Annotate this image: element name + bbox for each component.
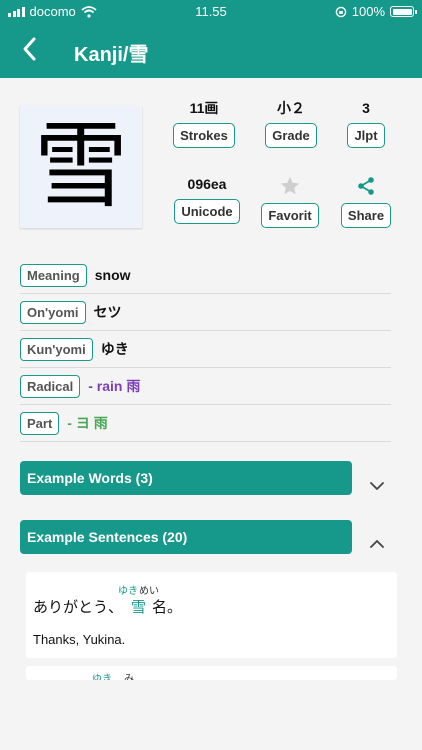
status-bar: docomo 11.55 100% bbox=[0, 0, 422, 22]
share-button[interactable]: Share bbox=[340, 203, 392, 228]
status-right: 100% bbox=[335, 4, 417, 19]
chevron-up-icon[interactable] bbox=[369, 536, 385, 552]
back-button[interactable] bbox=[18, 36, 42, 62]
kanji-display: 雪 bbox=[20, 106, 142, 228]
chevron-down-icon[interactable] bbox=[369, 478, 385, 494]
sentence-pre: ありがとう、 bbox=[33, 599, 124, 616]
page-title: Kanji/雪 bbox=[74, 44, 149, 66]
app-bar: docomo 11.55 100% Kanji/雪 bbox=[0, 0, 422, 78]
example-sentences-header[interactable]: Example Sentences (20) bbox=[20, 520, 352, 554]
sentence-card[interactable]: ゆき み bbox=[26, 666, 397, 680]
strokes-value: 11画 bbox=[189, 100, 219, 116]
share-icon[interactable] bbox=[324, 175, 408, 197]
orientation-lock-icon bbox=[335, 6, 347, 17]
meaning-label: Meaning bbox=[20, 263, 87, 287]
star-icon[interactable] bbox=[248, 175, 332, 197]
unicode-value: 096ea bbox=[187, 176, 227, 192]
part-value[interactable]: - ヨ 雨 bbox=[67, 413, 107, 433]
kunyomi-label: Kun'yomi bbox=[20, 337, 93, 361]
unicode-button[interactable]: Unicode bbox=[174, 199, 240, 224]
meaning-row: Meaning snow bbox=[20, 257, 391, 294]
grade-stat: 小２ Grade bbox=[249, 99, 333, 148]
jlpt-value: 3 bbox=[362, 100, 370, 116]
part-row[interactable]: Part - ヨ 雨 bbox=[20, 405, 391, 442]
radical-row[interactable]: Radical - rain 雨 bbox=[20, 368, 391, 405]
kanji-reading-post: み bbox=[124, 674, 134, 680]
unicode-stat: 096ea Unicode bbox=[165, 175, 249, 224]
radical-value[interactable]: - rain 雨 bbox=[88, 376, 140, 396]
onyomi-label: On'yomi bbox=[20, 300, 86, 324]
sentence-post: 名。 bbox=[152, 599, 183, 616]
example-words-header[interactable]: Example Words (3) bbox=[20, 461, 352, 495]
strokes-stat: 11画 Strokes bbox=[162, 99, 246, 148]
sentence-text: ありがとう、雪名。 bbox=[33, 596, 182, 617]
share-stat: Share bbox=[324, 175, 408, 228]
radical-label: Radical bbox=[20, 374, 81, 398]
favorite-button[interactable]: Favorit bbox=[261, 203, 319, 228]
onyomi-value: セツ bbox=[93, 304, 122, 320]
battery-percent: 100% bbox=[351, 4, 385, 19]
sentence-card[interactable]: ゆき めい ありがとう、雪名。 Thanks, Yukina. bbox=[26, 572, 397, 658]
sentence-kanji[interactable]: 雪 bbox=[131, 599, 146, 616]
kanji-reading: ゆき bbox=[92, 674, 112, 680]
kanji-info-list: Meaning snow On'yomi セツ Kun'yomi ゆき Radi… bbox=[20, 257, 391, 442]
jlpt-button[interactable]: Jlpt bbox=[347, 123, 385, 148]
kunyomi-row: Kun'yomi ゆき bbox=[20, 331, 391, 368]
part-label: Part bbox=[20, 411, 60, 435]
favorite-stat: Favorit bbox=[248, 175, 332, 228]
onyomi-row: On'yomi セツ bbox=[20, 294, 391, 331]
kanji-reading: ゆき bbox=[118, 586, 138, 597]
meaning-value: snow bbox=[94, 267, 131, 283]
kunyomi-value: ゆき bbox=[100, 341, 129, 357]
strokes-button[interactable]: Strokes bbox=[173, 123, 235, 148]
jlpt-stat: 3 Jlpt bbox=[324, 99, 408, 148]
battery-icon bbox=[390, 6, 417, 17]
kanji-reading-post: めい bbox=[139, 586, 159, 597]
grade-button[interactable]: Grade bbox=[265, 123, 317, 148]
sentence-translation: Thanks, Yukina. bbox=[33, 632, 126, 647]
kanji-character: 雪 bbox=[33, 112, 128, 221]
grade-value: 小２ bbox=[277, 100, 305, 116]
